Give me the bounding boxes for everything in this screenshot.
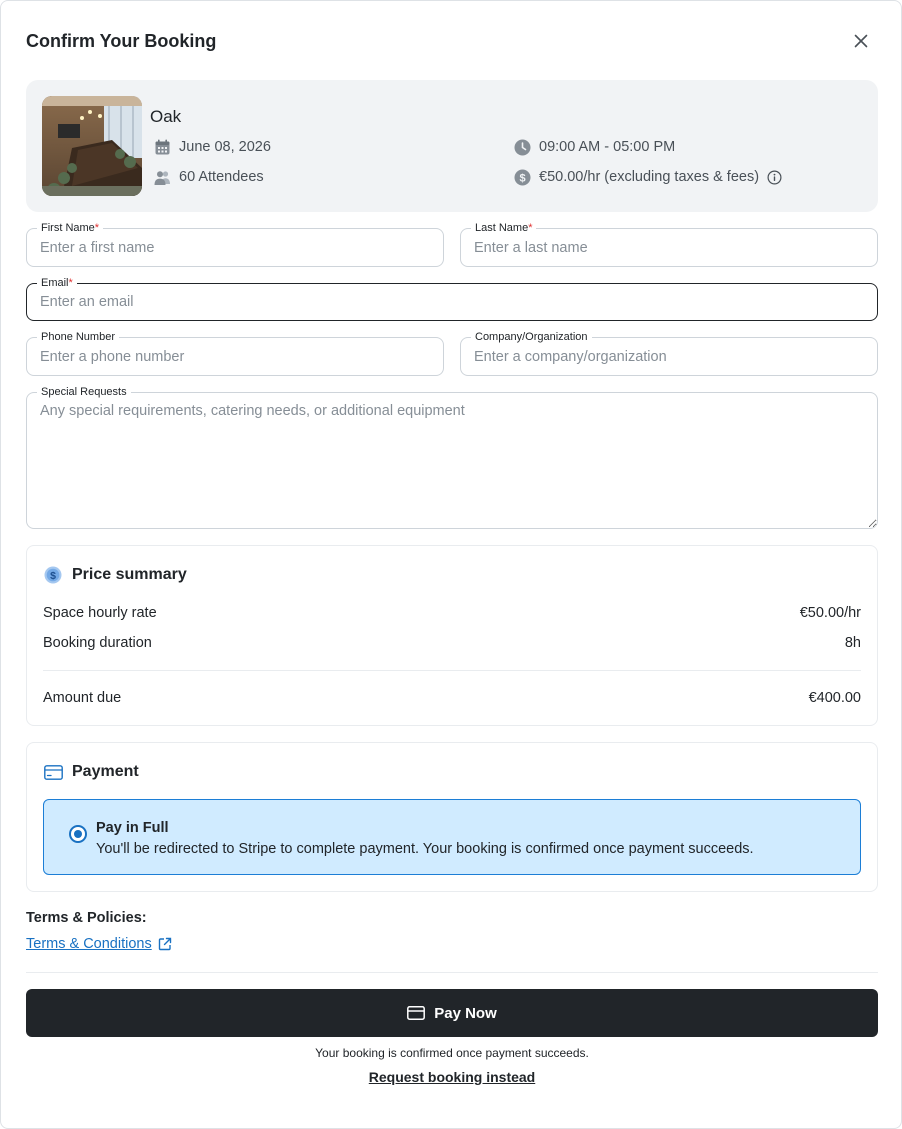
terms-link-label: Terms & Conditions xyxy=(26,936,152,952)
amount-due-value: €400.00 xyxy=(808,690,861,706)
special-requests-field: Special Requests xyxy=(26,385,878,529)
price-row: Booking duration 8h xyxy=(43,635,861,651)
svg-text:$: $ xyxy=(519,172,525,184)
close-button[interactable] xyxy=(850,30,872,52)
company-label: Company/Organization xyxy=(471,330,592,344)
first-name-label: First Name xyxy=(41,222,95,234)
credit-card-icon xyxy=(407,1006,426,1020)
clock-icon xyxy=(513,138,531,156)
email-label: Email xyxy=(41,277,69,289)
pay-option-description: You'll be redirected to Stripe to comple… xyxy=(96,841,754,857)
price-row: Space hourly rate €50.00/hr xyxy=(43,605,861,621)
modal-title: Confirm Your Booking xyxy=(26,31,217,51)
dollar-coin-icon: $ xyxy=(43,565,63,585)
footer-divider xyxy=(26,972,878,973)
company-field: Company/Organization xyxy=(460,330,878,376)
price-summary-header: $ Price summary xyxy=(43,565,187,585)
payment-panel: Payment Pay in Full You'll be redirected… xyxy=(26,742,878,892)
space-name: Oak xyxy=(150,107,182,126)
terms-title: Terms & Policies: xyxy=(26,910,147,926)
payment-header: Payment xyxy=(43,762,139,782)
price-row-value: 8h xyxy=(844,635,861,651)
request-booking-link[interactable]: Request booking instead xyxy=(1,1069,902,1085)
external-link-icon xyxy=(158,937,172,951)
required-marker: * xyxy=(68,277,73,289)
special-requests-label: Special Requests xyxy=(37,385,131,399)
last-name-field: Last Name* xyxy=(460,221,878,267)
space-photo xyxy=(42,96,142,196)
email-input[interactable] xyxy=(27,284,877,320)
price-row-label: Booking duration xyxy=(43,635,152,651)
booking-date: June 08, 2026 xyxy=(153,138,271,156)
info-icon[interactable] xyxy=(767,169,782,185)
price-row-label: Space hourly rate xyxy=(43,605,157,621)
amount-due-row: Amount due €400.00 xyxy=(43,690,861,706)
space-summary-card: Oak June 08, 2026 09:00 AM - 05:00 PM 60… xyxy=(26,80,878,212)
dollar-icon: $ xyxy=(513,168,531,186)
svg-text:$: $ xyxy=(50,570,56,582)
close-icon xyxy=(854,34,868,48)
payment-title: Payment xyxy=(72,763,139,780)
price-summary-panel: $ Price summary Space hourly rate €50.00… xyxy=(26,545,878,726)
pay-option-title: Pay in Full xyxy=(96,820,169,836)
booking-modal: Confirm Your Booking Oak June 08, 2026 0… xyxy=(0,0,902,1129)
people-icon xyxy=(153,168,171,186)
email-field: Email* xyxy=(26,276,878,321)
pay-in-full-radio[interactable] xyxy=(69,825,87,843)
pay-in-full-option[interactable]: Pay in Full You'll be redirected to Stri… xyxy=(43,799,861,875)
pay-now-button[interactable]: Pay Now xyxy=(26,989,878,1037)
phone-field: Phone Number xyxy=(26,330,444,376)
required-marker: * xyxy=(94,222,100,234)
calendar-icon xyxy=(153,138,171,156)
required-marker: * xyxy=(528,222,533,234)
attendees: 60 Attendees xyxy=(153,168,264,186)
last-name-label: Last Name xyxy=(475,222,529,234)
price-divider xyxy=(43,670,861,671)
credit-card-icon xyxy=(43,762,63,782)
hourly-rate: $ €50.00/hr (excluding taxes & fees) xyxy=(513,168,782,186)
amount-due-label: Amount due xyxy=(43,690,122,706)
price-summary-title: Price summary xyxy=(72,566,187,583)
confirmation-note: Your booking is confirmed once payment s… xyxy=(315,1046,589,1060)
first-name-field: First Name* xyxy=(26,221,444,267)
special-requests-textarea[interactable] xyxy=(27,393,877,528)
phone-label: Phone Number xyxy=(37,330,119,344)
terms-link[interactable]: Terms & Conditions xyxy=(26,936,172,952)
price-row-value: €50.00/hr xyxy=(799,605,861,621)
booking-time: 09:00 AM - 05:00 PM xyxy=(513,138,675,156)
pay-now-label: Pay Now xyxy=(434,1004,497,1022)
